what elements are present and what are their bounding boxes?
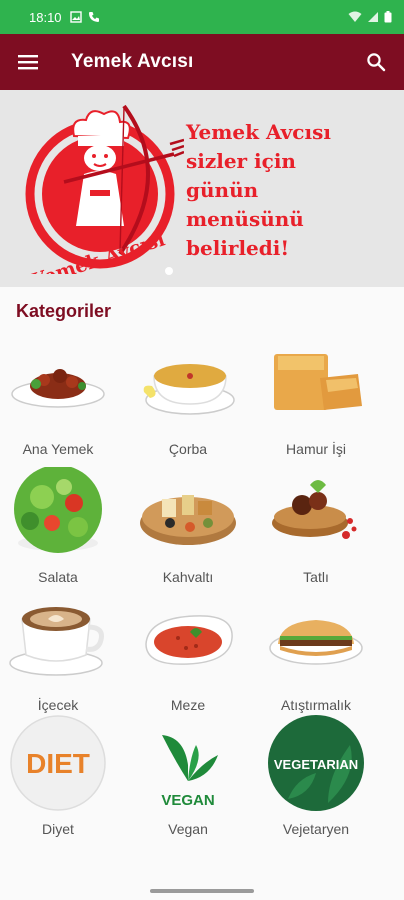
diet-image: DIET <box>6 715 110 811</box>
status-bar: 18:10 <box>0 0 404 34</box>
category-icecek[interactable]: İçecek <box>0 595 118 723</box>
slogan-line: sizler için <box>186 149 296 173</box>
phone-notification-icon <box>88 12 99 22</box>
diet-image-text: DIET <box>26 748 90 779</box>
category-label: Vegan <box>168 821 208 837</box>
wifi-icon <box>348 11 362 22</box>
gallery-notification-icon <box>69 11 82 23</box>
drink-image <box>6 595 110 683</box>
snack-image <box>264 595 368 683</box>
category-label: Vejetaryen <box>282 821 350 837</box>
signal-icon <box>368 12 378 22</box>
appetizer-image <box>136 595 240 683</box>
menu-button[interactable] <box>0 34 56 90</box>
category-label: Kahvaltı <box>162 569 214 585</box>
salad-image <box>6 467 110 555</box>
search-button[interactable] <box>348 34 404 90</box>
category-label: Çorba <box>168 441 208 457</box>
categories-title: Kategoriler <box>16 301 112 321</box>
status-time: 18:10 <box>29 9 62 25</box>
yemek-avcisi-logo: Yemek Avcısı <box>25 104 184 274</box>
category-diyet[interactable]: DIET Diyet <box>0 715 118 847</box>
dessert-image <box>264 467 368 555</box>
category-label: Meze <box>170 697 206 713</box>
app-bar: Yemek Avcısı <box>0 34 404 90</box>
category-kahvalti[interactable]: Kahvaltı <box>128 467 248 595</box>
category-label: Salata <box>38 569 78 585</box>
category-label: Tatlı <box>303 569 329 585</box>
soup-image <box>136 339 240 427</box>
category-salata[interactable]: Salata <box>0 467 118 595</box>
category-label: Atıştırmalık <box>280 697 351 713</box>
breakfast-image <box>136 467 240 555</box>
category-label: Hamur İşi <box>286 441 346 457</box>
pastry-image <box>264 339 368 427</box>
category-label: Ana Yemek <box>22 441 94 457</box>
category-ana-yemek[interactable]: Ana Yemek <box>0 339 118 467</box>
categories-section: Kategoriler Ana Yemek Çorba Hamur İşi Sa… <box>0 287 404 900</box>
main-dish-image <box>6 339 110 427</box>
battery-icon <box>384 11 392 23</box>
app-title: Yemek Avcısı <box>71 51 194 72</box>
slogan-line: Yemek Avcısı <box>186 120 331 144</box>
vegan-image-text: VEGAN <box>161 792 214 809</box>
category-label: Diyet <box>42 821 74 837</box>
category-tatli[interactable]: Tatlı <box>256 467 376 595</box>
carousel-dot-active[interactable] <box>165 267 173 275</box>
category-label: İçecek <box>37 697 79 713</box>
banner-slogan: Yemek Avcısı sizler için günün menüsünü … <box>186 118 396 263</box>
search-icon <box>367 53 386 72</box>
slogan-line: belirledi! <box>186 236 290 260</box>
vegan-image: VEGAN <box>136 719 240 809</box>
category-atistirmalik[interactable]: Atıştırmalık <box>256 595 376 723</box>
vegetarian-image: VEGETARIAN <box>264 715 368 811</box>
category-meze[interactable]: Meze <box>128 595 248 723</box>
hamburger-menu-icon <box>18 55 38 70</box>
vegetarian-image-text: VEGETARIAN <box>274 757 358 772</box>
category-hamur-isi[interactable]: Hamur İşi <box>256 339 376 467</box>
slogan-line: günün <box>186 178 259 202</box>
banner-carousel[interactable]: Yemek Avcısı Yemek Avcısı sizler için gü… <box>0 90 404 287</box>
home-indicator[interactable] <box>150 889 254 893</box>
slogan-line: menüsünü <box>186 207 304 231</box>
category-vejetaryen[interactable]: VEGETARIAN Vejetaryen <box>256 715 376 847</box>
category-corba[interactable]: Çorba <box>128 339 248 467</box>
category-vegan[interactable]: VEGAN Vegan <box>128 719 248 847</box>
